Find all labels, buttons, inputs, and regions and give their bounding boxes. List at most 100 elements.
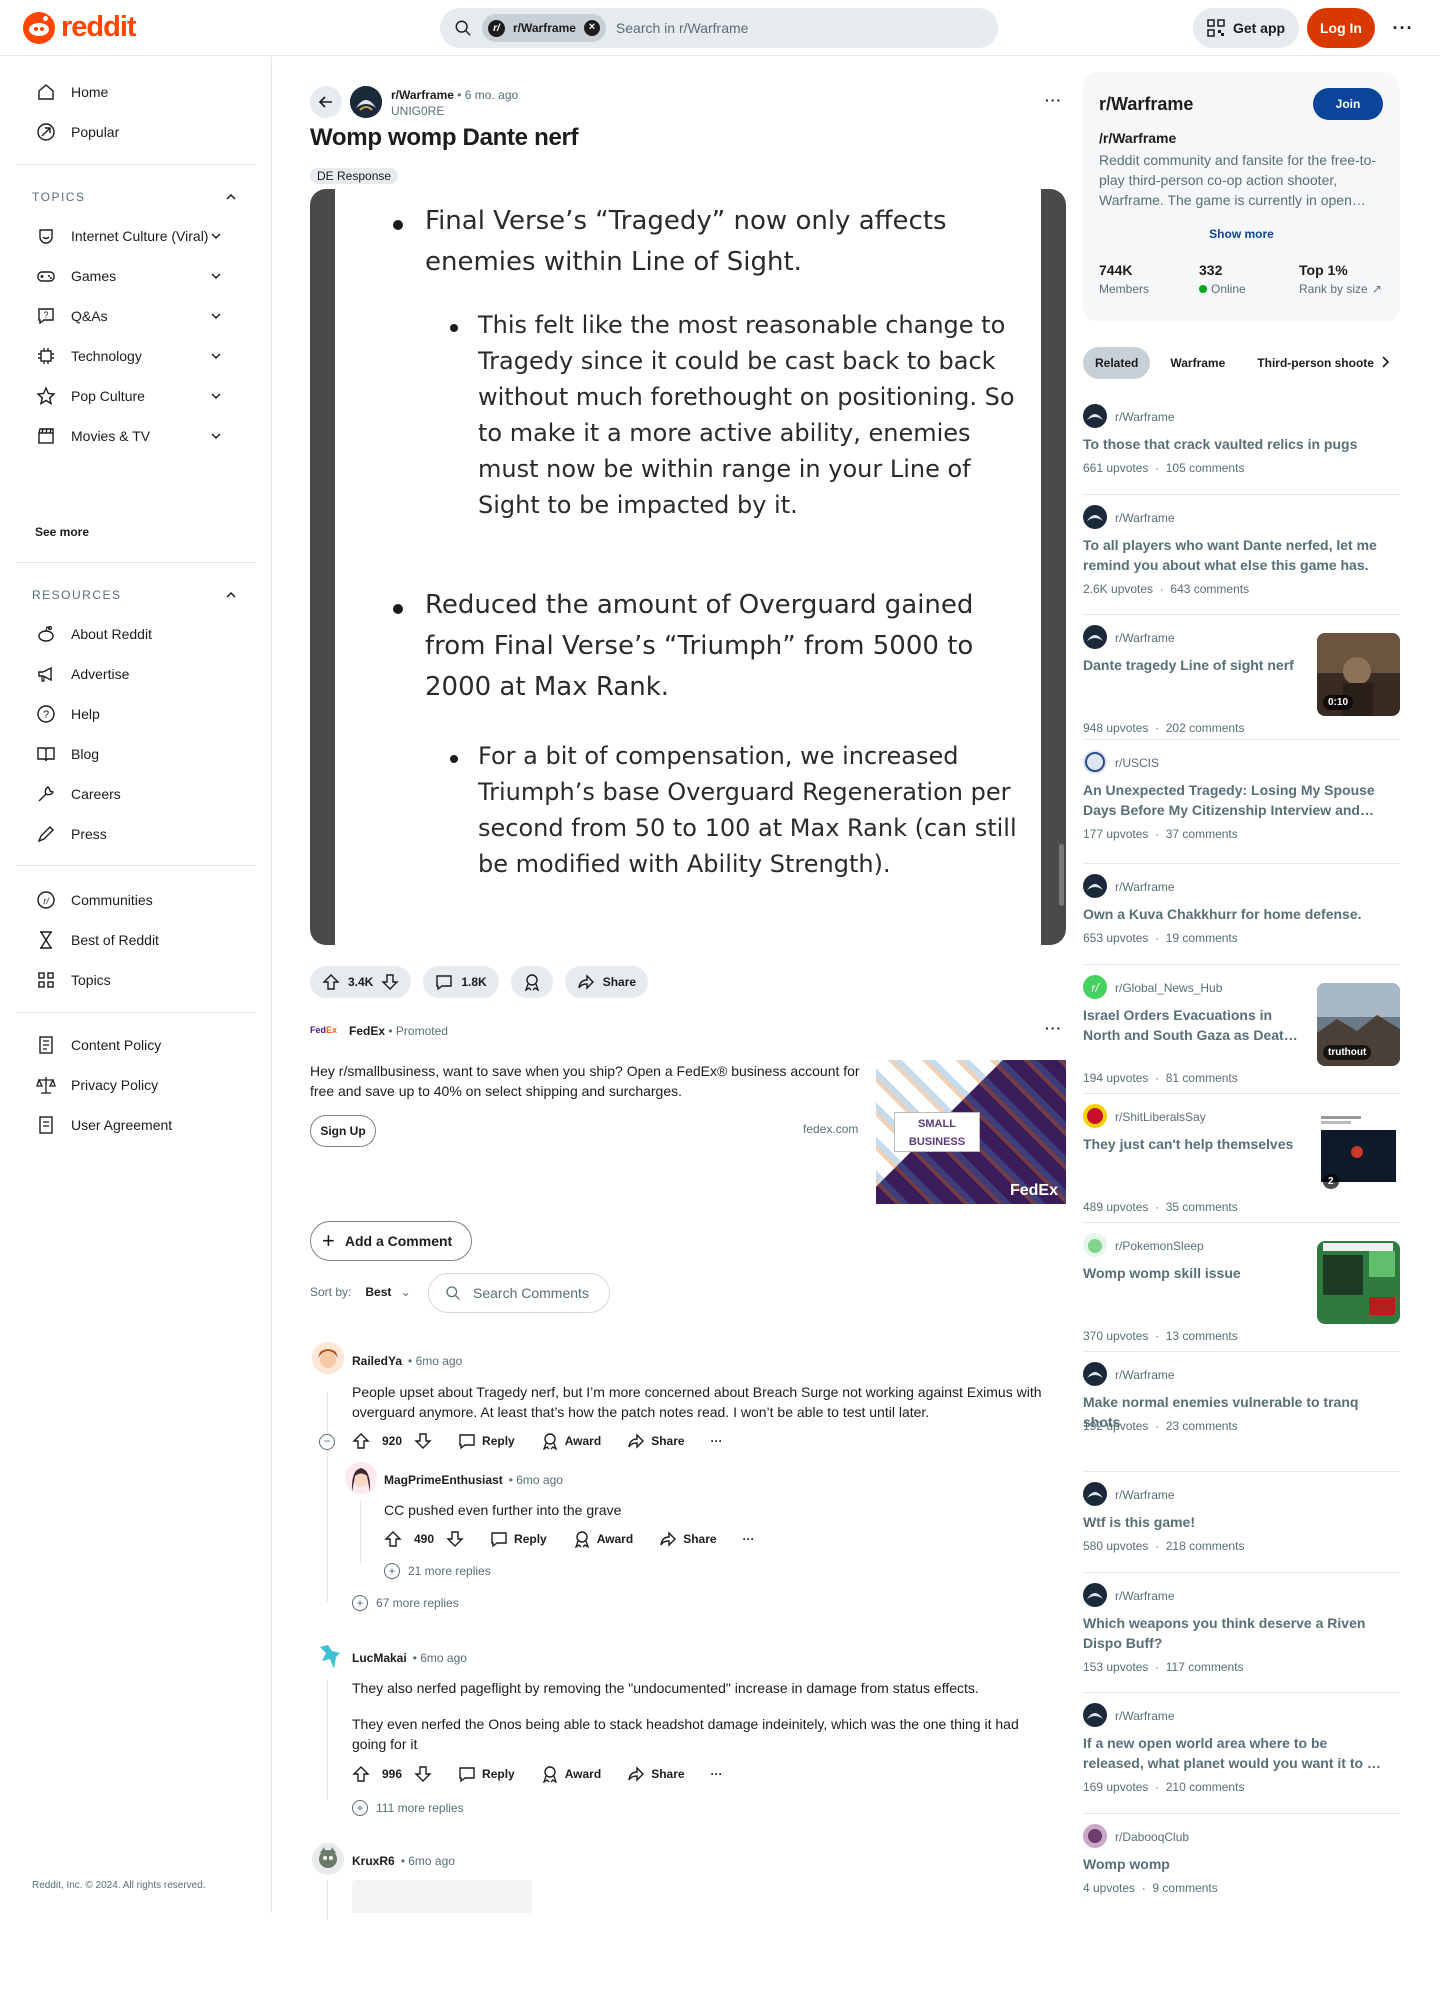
related-title[interactable]: Womp womp skill issue	[1083, 1263, 1303, 1283]
reply-button[interactable]: Reply	[458, 1765, 515, 1783]
sidebar-item-careers[interactable]: Careers	[16, 774, 255, 814]
comment-author[interactable]: MagPrimeEnthusiast • 6mo ago	[384, 1473, 563, 1487]
post-flair[interactable]: DE Response	[310, 168, 399, 184]
more-replies-link[interactable]: +21 more replies	[384, 1563, 491, 1579]
reddit-logo[interactable]: reddit	[23, 11, 137, 44]
more-replies-link[interactable]: +67 more replies	[352, 1595, 459, 1611]
post-author[interactable]: UNIG0RE	[391, 104, 444, 118]
related-subreddit[interactable]: r/Warframe	[1115, 1589, 1175, 1603]
reply-button[interactable]: Reply	[490, 1530, 547, 1548]
subreddit-avatar[interactable]	[1083, 750, 1107, 774]
subreddit-avatar[interactable]	[1083, 1104, 1107, 1128]
get-app-button[interactable]: Get app	[1193, 8, 1299, 48]
login-button[interactable]: Log In	[1307, 8, 1375, 48]
ad-domain[interactable]: fedex.com	[803, 1122, 858, 1136]
sidebar-item-about-reddit[interactable]: About Reddit	[16, 614, 255, 654]
downvote-icon[interactable]	[446, 1530, 464, 1548]
related-thumbnail[interactable]: 0:10	[1317, 633, 1400, 716]
related-title[interactable]: Own a Kuva Chakkhurr for home defense.	[1083, 904, 1383, 924]
community-title[interactable]: r/Warframe	[1099, 94, 1193, 115]
sidebar-item-help[interactable]: ? Help	[16, 694, 255, 734]
tab-third-person-shooter[interactable]: Third-person shoote	[1245, 347, 1375, 379]
sidebar-item-topics[interactable]: Topics	[16, 960, 255, 1000]
subreddit-search-chip[interactable]: r/ r/Warframe ×	[482, 14, 606, 42]
collapse-thread-icon[interactable]: −	[319, 1434, 335, 1450]
reply-button[interactable]: Reply	[458, 1432, 515, 1450]
join-button[interactable]: Join	[1313, 88, 1383, 120]
search-comments-input[interactable]: Search Comments	[428, 1273, 610, 1313]
downvote-icon[interactable]	[381, 973, 400, 991]
award-button[interactable]: Award	[573, 1530, 633, 1548]
avatar[interactable]	[312, 1641, 344, 1673]
subreddit-avatar[interactable]	[1083, 1233, 1107, 1257]
rank-label-wrap[interactable]: Rank by size ↗	[1299, 282, 1382, 296]
comment-more-icon[interactable]: ···	[711, 1767, 723, 1781]
comment-author[interactable]: RailedYa • 6mo ago	[352, 1354, 462, 1368]
related-subreddit[interactable]: r/Warframe	[1115, 410, 1175, 424]
upvote-icon[interactable]	[322, 973, 340, 991]
post-image[interactable]: Final Verse’s “Tragedy” now only affects…	[310, 189, 1066, 945]
ad-image[interactable]: SMALL BUSINESS FedEx	[876, 1060, 1066, 1204]
related-subreddit[interactable]: r/Warframe	[1115, 511, 1175, 525]
avatar[interactable]	[312, 1843, 344, 1875]
subreddit-avatar[interactable]: r/	[1083, 975, 1107, 999]
share-button[interactable]: Share	[659, 1530, 717, 1548]
resources-section-header[interactable]: RESOURCES	[16, 577, 255, 613]
sidebar-item-blog[interactable]: Blog	[16, 734, 255, 774]
related-title[interactable]: To those that crack vaulted relics in pu…	[1083, 434, 1383, 454]
related-subreddit[interactable]: r/Warframe	[1115, 1368, 1175, 1382]
subreddit-avatar[interactable]	[350, 86, 382, 118]
post-subreddit-link[interactable]: r/Warframe	[391, 88, 454, 102]
sidebar-item-qas[interactable]: ? Q&As	[16, 296, 255, 336]
add-comment-button[interactable]: + Add a Comment	[310, 1221, 472, 1261]
search-input[interactable]	[615, 20, 916, 36]
subreddit-avatar[interactable]	[1083, 625, 1107, 649]
sidebar-item-games[interactable]: Games	[16, 256, 255, 296]
subreddit-avatar[interactable]	[1083, 1824, 1107, 1848]
sidebar-item-advertise[interactable]: Advertise	[16, 654, 255, 694]
sidebar-item-movies-tv[interactable]: Movies & TV	[16, 416, 255, 456]
share-button[interactable]: Share	[627, 1432, 685, 1450]
comments-button[interactable]: 1.8K	[423, 966, 499, 998]
sidebar-item-best-of-reddit[interactable]: Best of Reddit	[16, 920, 255, 960]
sidebar-item-popular[interactable]: Popular	[16, 112, 255, 152]
related-subreddit[interactable]: r/ShitLiberalsSay	[1115, 1110, 1206, 1124]
related-title[interactable]: An Unexpected Tragedy: Losing My Spouse …	[1083, 780, 1383, 820]
sidebar-item-internet-culture[interactable]: Internet Culture (Viral)	[16, 216, 255, 256]
downvote-icon[interactable]	[414, 1765, 432, 1783]
upvote-icon[interactable]	[352, 1432, 370, 1450]
award-button[interactable]: Award	[541, 1765, 601, 1783]
sidebar-item-user-agreement[interactable]: User Agreement	[16, 1105, 255, 1145]
upvote-icon[interactable]	[384, 1530, 402, 1548]
post-more-icon[interactable]: ···	[1045, 92, 1062, 108]
related-title[interactable]: Which weapons you think deserve a Riven …	[1083, 1613, 1383, 1653]
sidebar-item-content-policy[interactable]: Content Policy	[16, 1025, 255, 1065]
more-options-icon[interactable]: ···	[1387, 8, 1419, 48]
related-title[interactable]: To all players who want Dante nerfed, le…	[1083, 535, 1383, 575]
sidebar-item-communities[interactable]: r/ Communities	[16, 880, 255, 920]
image-scrollbar[interactable]	[1059, 844, 1064, 906]
related-subreddit[interactable]: r/PokemonSleep	[1115, 1239, 1204, 1253]
comment-image-placeholder[interactable]	[352, 1880, 532, 1913]
advertiser-logo[interactable]: FedEx	[310, 1025, 337, 1035]
comment-author[interactable]: LucMakai • 6mo ago	[352, 1651, 467, 1665]
search-bar[interactable]: r/ r/Warframe ×	[440, 8, 998, 48]
related-subreddit[interactable]: r/DabooqClub	[1115, 1830, 1189, 1844]
comment-more-icon[interactable]: ···	[711, 1434, 723, 1448]
related-thumbnail[interactable]: 2	[1317, 1112, 1400, 1195]
clear-chip-icon[interactable]: ×	[583, 20, 600, 36]
sidebar-item-pop-culture[interactable]: Pop Culture	[16, 376, 255, 416]
award-button[interactable]	[510, 966, 553, 998]
related-subreddit[interactable]: r/Warframe	[1115, 1488, 1175, 1502]
topics-section-header[interactable]: TOPICS	[16, 179, 255, 215]
ad-more-icon[interactable]: ···	[1045, 1020, 1062, 1036]
sidebar-item-technology[interactable]: Technology	[16, 336, 255, 376]
related-title[interactable]: If a new open world area where to be rel…	[1083, 1733, 1383, 1773]
subreddit-avatar[interactable]	[1083, 1482, 1107, 1506]
back-button[interactable]	[310, 86, 342, 118]
tab-warframe[interactable]: Warframe	[1158, 347, 1237, 379]
avatar[interactable]	[345, 1462, 377, 1494]
upvote-icon[interactable]	[352, 1765, 370, 1783]
related-title[interactable]: Wtf is this game!	[1083, 1512, 1383, 1532]
subreddit-avatar[interactable]	[1083, 1583, 1107, 1607]
